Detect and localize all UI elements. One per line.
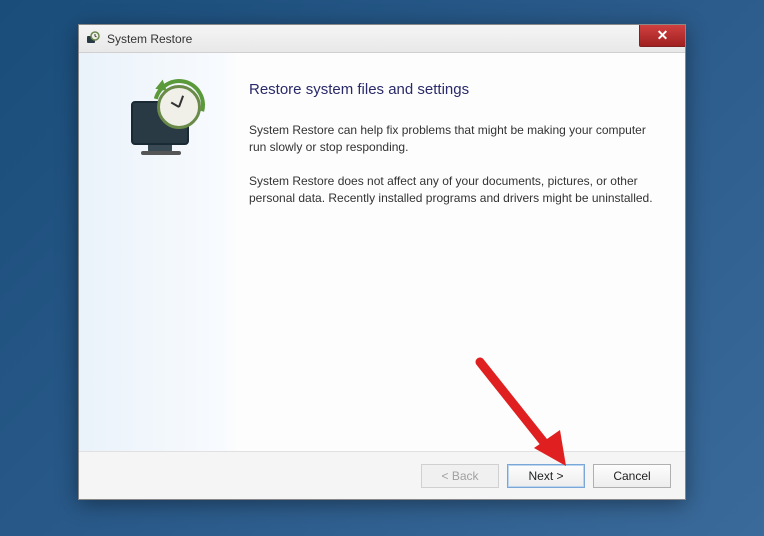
content-area: Restore system files and settings System… — [239, 53, 685, 451]
window-title: System Restore — [107, 32, 192, 46]
system-restore-window: System Restore ✕ Restore system files an… — [78, 24, 686, 500]
dialog-footer: < Back Next > Cancel — [79, 451, 685, 499]
restore-clock-graphic — [111, 81, 207, 161]
intro-paragraph-2: System Restore does not affect any of yo… — [249, 173, 655, 208]
close-icon: ✕ — [657, 27, 669, 44]
titlebar: System Restore ✕ — [79, 25, 685, 53]
next-button[interactable]: Next > — [507, 464, 585, 488]
close-button[interactable]: ✕ — [639, 25, 685, 47]
system-restore-icon — [85, 31, 101, 47]
sidebar-graphic-area — [79, 53, 239, 451]
cancel-button[interactable]: Cancel — [593, 464, 671, 488]
intro-paragraph-1: System Restore can help fix problems tha… — [249, 122, 655, 157]
page-heading: Restore system files and settings — [249, 81, 655, 98]
back-button: < Back — [421, 464, 499, 488]
dialog-body: Restore system files and settings System… — [79, 53, 685, 451]
